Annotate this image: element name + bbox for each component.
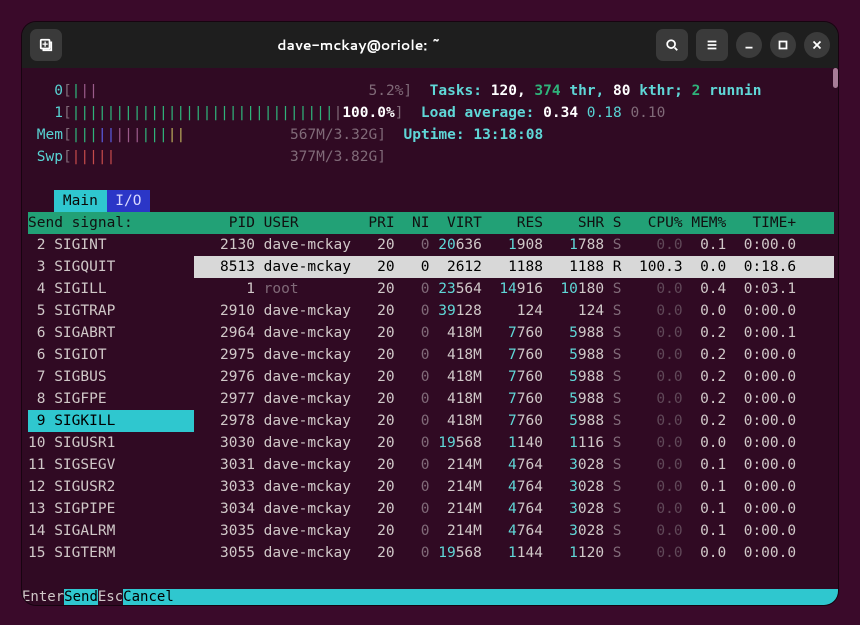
col-ni: NI [395,212,430,234]
process-row[interactable]: 3055dave-mckay2001956811441120S0.00.00:0… [194,542,834,564]
signal-sigabrt[interactable]: 6 SIGABRT [28,322,194,344]
footer-cancel-cmd[interactable]: Cancel [123,589,174,605]
tabs: Main I/O [28,190,834,212]
signal-sigusr1[interactable]: 10 SIGUSR1 [28,432,194,454]
process-row[interactable]: 8513dave-mckay200261211881188R100.30.00:… [194,256,834,278]
cpu0-meter: 0[||| 5.2%] Tasks: 120, 374 thr, 80 kthr… [28,80,834,102]
signal-panel-title: Send signal: [28,212,194,234]
menu-button[interactable] [696,29,728,61]
signal-sigtrap[interactable]: 5 SIGTRAP [28,300,194,322]
window-title: dave-mckay@oriole: ~ [62,35,656,55]
mem-meter: Mem[||||||||||||| 567M/3.32G] Uptime: 13… [28,124,834,146]
terminal-window: dave-mckay@oriole: ~ 0[||| [22,22,838,605]
process-row[interactable]: 3031dave-mckay200214M47643028S0.00.10:00… [194,454,834,476]
close-button[interactable] [804,32,830,58]
process-row[interactable]: 3034dave-mckay200214M47643028S0.00.10:00… [194,498,834,520]
signal-sigsegv[interactable]: 11 SIGSEGV [28,454,194,476]
process-row[interactable]: 2978dave-mckay200418M77605988S0.00.20:00… [194,410,834,432]
process-row[interactable]: 2964dave-mckay200418M77605988S0.00.20:00… [194,322,834,344]
process-row[interactable]: 3030dave-mckay2001956811401116S0.00.00:0… [194,432,834,454]
signal-sigusr2[interactable]: 12 SIGUSR2 [28,476,194,498]
tab-main[interactable]: Main [54,190,106,212]
footer-fill [174,589,838,605]
footer-send-cmd[interactable]: Send [64,589,98,605]
signal-sigill[interactable]: 4 SIGILL [28,278,194,300]
col-time: TIME+ [726,212,796,234]
signal-sigpipe[interactable]: 13 SIGPIPE [28,498,194,520]
process-row[interactable]: 2910dave-mckay20039128124124S0.00.00:00.… [194,300,834,322]
col-s: S [604,212,621,234]
cpu1-meter: 1[|||||||||||||||||||||||||||||||100.0%]… [28,102,834,124]
process-row[interactable]: 3035dave-mckay200214M47643028S0.00.10:00… [194,520,834,542]
col-mem: MEM% [683,212,727,234]
new-tab-button[interactable] [30,29,62,61]
col-cpu: CPU% [622,212,683,234]
signal-sigbus[interactable]: 7 SIGBUS [28,366,194,388]
col-pid: PID [194,212,255,234]
signal-sigterm[interactable]: 15 SIGTERM [28,542,194,564]
col-user: USER [255,212,351,234]
process-header[interactable]: PID USER PRI NI VIRT RES SHR S CPU% MEM%… [194,212,834,234]
footer-enter-key: Enter [22,589,64,605]
col-res: RES [482,212,543,234]
col-pri: PRI [351,212,395,234]
signal-sigquit[interactable]: 3 SIGQUIT [28,256,194,278]
footer-esc-key: Esc [98,589,123,605]
maximize-button[interactable] [770,32,796,58]
footer: Enter Send Esc Cancel [22,589,838,605]
col-shr: SHR [543,212,604,234]
swp-meter: Swp[||||| 377M/3.82G] [28,146,834,168]
process-row[interactable]: 2975dave-mckay200418M77605988S0.00.20:00… [194,344,834,366]
process-row[interactable]: 1root200235641491610180S0.00.40:03.1 [194,278,834,300]
signal-sigint[interactable]: 2 SIGINT [28,234,194,256]
signal-sigfpe[interactable]: 8 SIGFPE [28,388,194,410]
process-row[interactable]: 3033dave-mckay200214M47643028S0.00.10:00… [194,476,834,498]
process-row[interactable]: 2130dave-mckay2002063619081788S0.00.10:0… [194,234,834,256]
process-row[interactable]: 2976dave-mckay200418M77605988S0.00.20:00… [194,366,834,388]
titlebar: dave-mckay@oriole: ~ [22,22,838,68]
search-button[interactable] [656,29,688,61]
signal-sigkill[interactable]: 9 SIGKILL [28,410,194,432]
col-virt: VIRT [430,212,482,234]
tab-io[interactable]: I/O [107,190,151,212]
signal-sigiot[interactable]: 6 SIGIOT [28,344,194,366]
signal-panel: Send signal: 2 SIGINT 3 SIGQUIT 4 SIGILL… [28,212,194,564]
signal-sigalrm[interactable]: 14 SIGALRM [28,520,194,542]
minimize-button[interactable] [736,32,762,58]
process-row[interactable]: 2977dave-mckay200418M77605988S0.00.20:00… [194,388,834,410]
terminal-content: 0[||| 5.2%] Tasks: 120, 374 thr, 80 kthr… [22,68,838,564]
